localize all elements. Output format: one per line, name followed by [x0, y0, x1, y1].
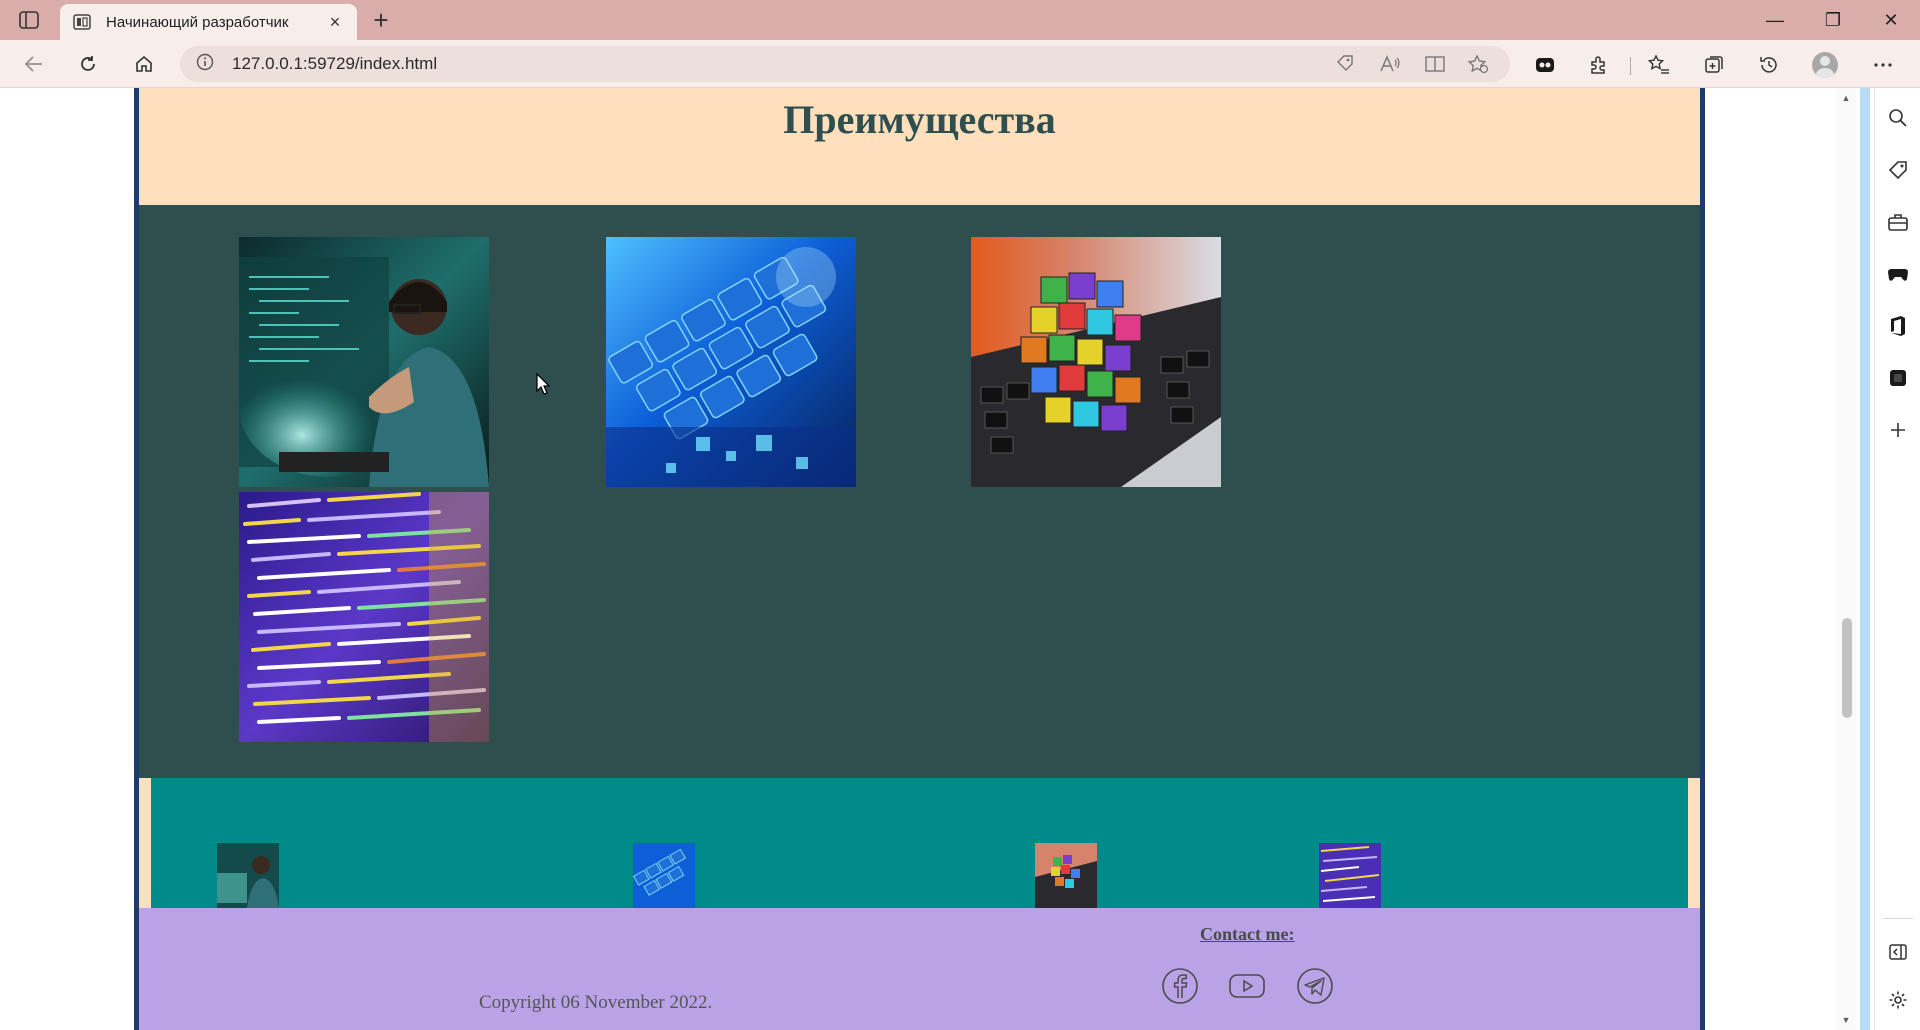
office-icon[interactable] [1886, 314, 1910, 338]
add-favorite-icon[interactable] [1466, 54, 1490, 74]
toolbar-separator [1630, 57, 1631, 75]
blue-keyboard-photo[interactable] [606, 237, 856, 487]
tab-title: Начинающий разработчик [106, 13, 289, 31]
shopping-tag-icon[interactable] [1886, 158, 1910, 182]
minimize-button[interactable]: — [1752, 0, 1798, 40]
url-text[interactable]: 127.0.0.1:59729/index.html [232, 54, 437, 74]
page-favicon-icon [72, 12, 92, 32]
browser-titlebar: Начинающий разработчик × + — ❐ ✕ [0, 0, 1920, 40]
read-aloud-icon[interactable] [1378, 54, 1402, 74]
thumb-keyboard[interactable] [633, 843, 695, 908]
tracking-prevention-icon[interactable] [1333, 54, 1357, 74]
hide-sidebar-icon[interactable] [1886, 940, 1910, 964]
add-sidebar-app-icon[interactable] [1886, 418, 1910, 442]
advantages-gallery [139, 205, 1700, 778]
browser-tab[interactable]: Начинающий разработчик × [60, 4, 357, 40]
avatar [1812, 52, 1838, 78]
restore-button[interactable]: ❐ [1810, 0, 1856, 40]
tools-briefcase-icon[interactable] [1886, 210, 1910, 234]
immersive-reader-icon[interactable] [1423, 54, 1447, 74]
browser-toolbar: 127.0.0.1:59729/index.html [0, 40, 1920, 88]
tab-close-icon[interactable]: × [325, 12, 345, 32]
youtube-icon[interactable] [1227, 966, 1267, 1006]
developer-at-monitor-photo[interactable] [239, 237, 489, 487]
thumbnails-strip [139, 778, 1700, 908]
contact-me-link[interactable]: Contact me: [1200, 924, 1294, 945]
extension-puzzle-dark-icon[interactable] [1530, 50, 1560, 80]
address-bar[interactable]: 127.0.0.1:59729/index.html [180, 46, 1510, 82]
extensions-icon[interactable] [1584, 50, 1614, 80]
history-icon[interactable] [1754, 50, 1784, 80]
advantages-header: Преимущества [139, 88, 1700, 205]
scroll-up-icon[interactable]: ▲ [1840, 92, 1852, 104]
sidebar-divider [1883, 918, 1913, 919]
edge-sidebar [1874, 88, 1920, 1030]
advantages-title: Преимущества [783, 97, 1056, 142]
new-tab-button[interactable]: + [366, 5, 396, 35]
sidebar-edge-strip [1860, 88, 1870, 1030]
games-icon[interactable] [1886, 262, 1910, 286]
thumb-code[interactable] [1319, 843, 1381, 908]
thumbnails-row [151, 778, 1688, 908]
code-on-screen-photo[interactable] [239, 492, 489, 742]
home-icon[interactable] [128, 48, 160, 80]
thumb-cubes[interactable] [1035, 843, 1097, 908]
site-container: Преимущества Copyright 06 November 2022.… [134, 88, 1705, 1030]
scroll-thumb[interactable] [1842, 618, 1852, 718]
telegram-icon[interactable] [1295, 966, 1335, 1006]
search-icon[interactable] [1886, 106, 1910, 130]
favorites-icon[interactable] [1644, 50, 1674, 80]
back-arrow-icon[interactable] [18, 48, 50, 80]
thumb-developer[interactable] [217, 843, 279, 908]
reload-icon[interactable] [72, 48, 104, 80]
profile-avatar[interactable] [1810, 50, 1840, 80]
mouse-cursor-icon [536, 372, 551, 395]
page-viewport: Преимущества Copyright 06 November 2022.… [0, 88, 1836, 1030]
settings-more-icon[interactable] [1868, 50, 1898, 80]
close-window-button[interactable]: ✕ [1868, 0, 1914, 40]
facebook-icon[interactable] [1160, 966, 1200, 1006]
sidebar-settings-gear-icon[interactable] [1886, 988, 1910, 1012]
copyright-text: Copyright 06 November 2022. [479, 992, 713, 1013]
colorful-cubes-on-laptop-photo[interactable] [971, 237, 1221, 487]
footer: Copyright 06 November 2022. Contact me: [139, 908, 1700, 1030]
outlook-icon[interactable] [1886, 366, 1910, 390]
page-scrollbar[interactable]: ▲ ▼ [1836, 88, 1856, 1030]
tab-actions-icon[interactable] [14, 8, 44, 32]
collections-icon[interactable] [1699, 50, 1729, 80]
site-info-icon[interactable] [196, 53, 214, 76]
scroll-down-icon[interactable]: ▼ [1840, 1014, 1852, 1026]
